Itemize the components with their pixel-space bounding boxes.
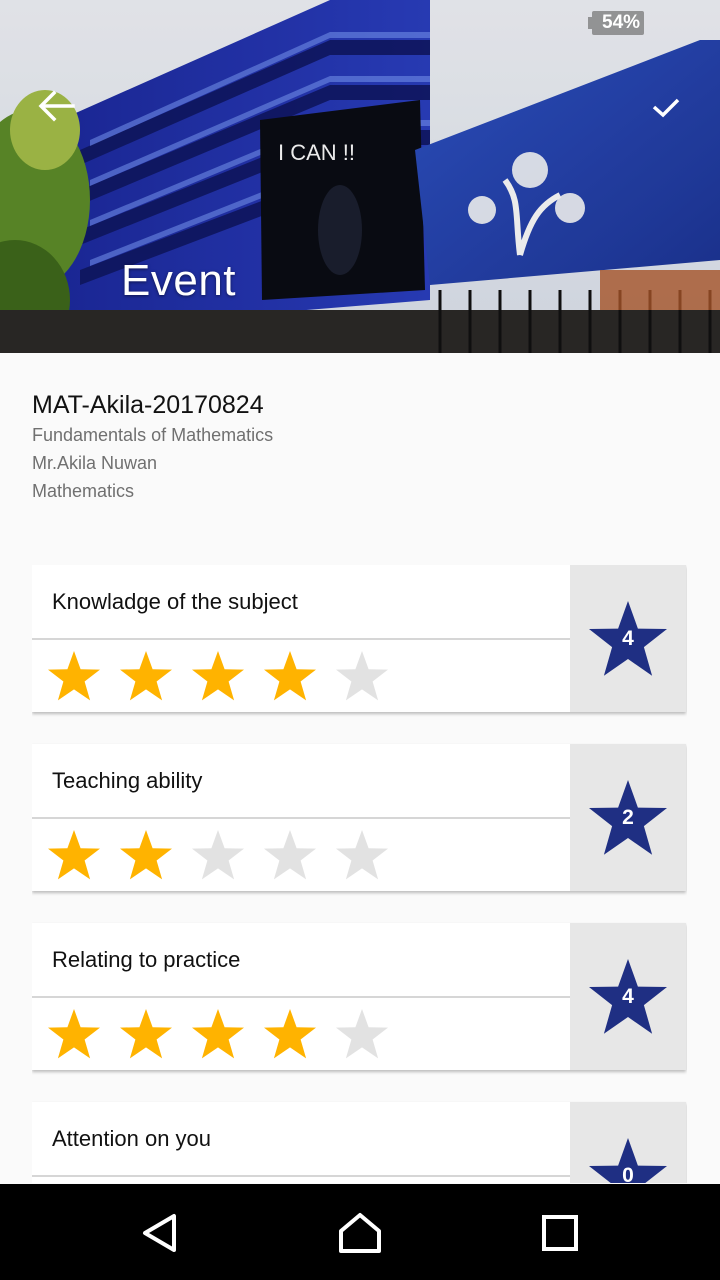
star-filled-icon: [192, 1009, 244, 1059]
star-empty-icon: [336, 1009, 388, 1059]
rating-label: Teaching ability: [52, 768, 203, 793]
nav-recents-button[interactable]: [530, 1208, 590, 1258]
star-filled-icon: [264, 651, 316, 701]
star-rating-bar[interactable]: [38, 822, 398, 888]
rating-star-1[interactable]: [38, 643, 110, 709]
score-badge: 0: [586, 1136, 670, 1184]
system-navigation-bar: [0, 1184, 720, 1280]
star-filled-icon: [264, 1009, 316, 1059]
rating-star-3[interactable]: [182, 822, 254, 888]
rating-star-4[interactable]: [254, 643, 326, 709]
score-panel: 4: [570, 565, 686, 712]
star-filled-icon: [48, 651, 100, 701]
divider: [32, 817, 570, 819]
rating-label: Attention on you: [52, 1126, 212, 1151]
score-badge: 2: [586, 778, 670, 858]
rating-label: Knowladge of the subject: [52, 589, 298, 614]
nav-back-button[interactable]: [130, 1208, 190, 1258]
rating-star-2[interactable]: [110, 1001, 182, 1067]
score-panel: 2: [570, 744, 686, 891]
building-photo: I CAN !!: [0, 0, 720, 353]
divider: [32, 638, 570, 640]
divider: [32, 1175, 570, 1177]
star-empty-icon: [336, 830, 388, 880]
nav-recents-icon: [542, 1215, 578, 1251]
star-rating-bar[interactable]: [38, 1001, 398, 1067]
rating-star-2[interactable]: [110, 822, 182, 888]
score-badge: 4: [586, 599, 670, 679]
rating-label: Relating to practice: [52, 947, 241, 972]
app-screen: I CAN !! 54% Event MAT-Akila-20170824 Fu…: [0, 0, 720, 1280]
star-empty-icon: [192, 830, 244, 880]
star-filled-icon: [48, 830, 100, 880]
rating-star-1[interactable]: [38, 1180, 110, 1183]
star-empty-icon: [264, 830, 316, 880]
page-title: Event: [121, 256, 237, 305]
event-details: MAT-Akila-20170824 Fundamentals of Mathe…: [32, 389, 672, 505]
rating-star-2[interactable]: [110, 1180, 182, 1183]
rating-star-4[interactable]: [254, 822, 326, 888]
star-empty-icon: [336, 651, 388, 701]
rating-star-5[interactable]: [326, 822, 398, 888]
star-filled-icon: [48, 1009, 100, 1059]
star-filled-icon: [120, 651, 172, 701]
score-value: 2: [622, 805, 634, 829]
rating-star-5[interactable]: [326, 1001, 398, 1067]
rating-card: Teaching ability 2: [32, 744, 686, 891]
event-code: MAT-Akila-20170824: [32, 391, 264, 419]
back-button[interactable]: [30, 80, 82, 132]
header-image: I CAN !! 54% Event: [0, 0, 720, 353]
score-value: 4: [622, 626, 634, 650]
rating-star-5[interactable]: [326, 1180, 398, 1183]
check-icon: [652, 98, 680, 118]
rating-star-4[interactable]: [254, 1180, 326, 1183]
lecturer-name: Mr.Akila Nuwan: [32, 453, 158, 473]
score-badge: 4: [586, 957, 670, 1037]
nav-home-button[interactable]: [330, 1208, 390, 1258]
nav-back-icon: [143, 1214, 176, 1252]
score-panel: 0: [570, 1102, 686, 1183]
arrow-back-icon: [38, 90, 75, 122]
rating-card: Relating to practice 4: [32, 923, 686, 1070]
rating-star-3[interactable]: [182, 1001, 254, 1067]
score-value: 0: [622, 1163, 634, 1184]
rating-star-2[interactable]: [110, 643, 182, 709]
star-filled-icon: [192, 651, 244, 701]
rating-star-1[interactable]: [38, 822, 110, 888]
battery-level: 54%: [592, 11, 645, 35]
confirm-button[interactable]: [642, 84, 690, 132]
star-filled-icon: [120, 1009, 172, 1059]
nav-home-icon: [339, 1213, 381, 1253]
score-panel: 4: [570, 923, 686, 1070]
course-name: Fundamentals of Mathematics: [32, 425, 274, 445]
rating-star-4[interactable]: [254, 1001, 326, 1067]
rating-list[interactable]: Knowladge of the subject 4 Teaching abil…: [32, 565, 687, 1183]
rating-star-1[interactable]: [38, 1001, 110, 1067]
rating-star-3[interactable]: [182, 1180, 254, 1183]
star-filled-icon: [120, 830, 172, 880]
rating-star-3[interactable]: [182, 643, 254, 709]
rating-star-5[interactable]: [326, 643, 398, 709]
rating-card: Knowladge of the subject 4: [32, 565, 686, 712]
star-rating-bar[interactable]: [38, 1180, 398, 1183]
score-value: 4: [622, 984, 634, 1008]
star-rating-bar[interactable]: [38, 643, 398, 709]
divider: [32, 996, 570, 998]
subject-name: Mathematics: [32, 481, 135, 501]
battery-indicator: 54%: [588, 10, 645, 36]
rating-card: Attention on you 0: [32, 1102, 686, 1183]
